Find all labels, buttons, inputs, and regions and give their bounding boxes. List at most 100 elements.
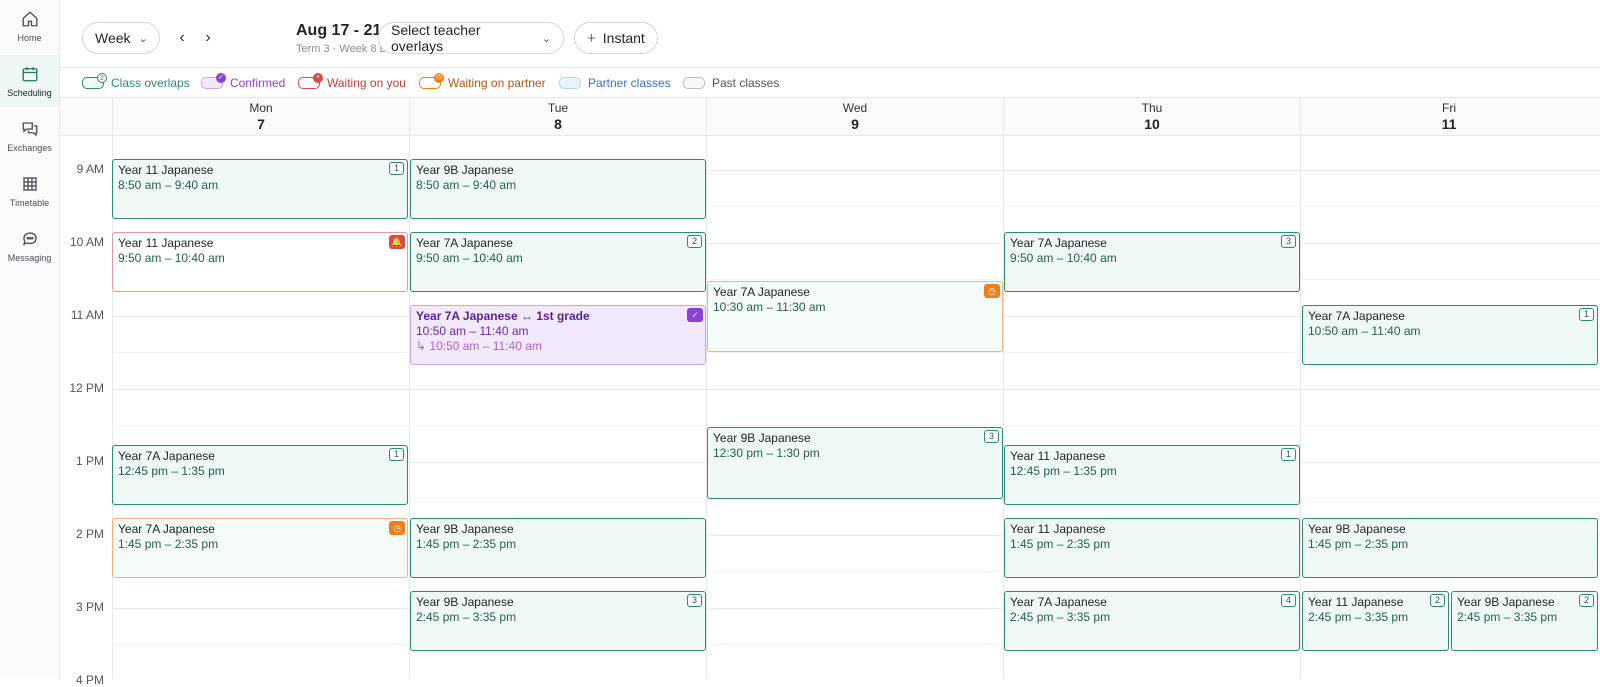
view-select[interactable]: Week ⌄ <box>82 22 160 54</box>
event-time: 9:50 am – 10:40 am <box>416 251 700 266</box>
term-week-label: Term 3 · Week 8 B <box>296 43 387 55</box>
event-time: 10:30 am – 11:30 am <box>713 300 997 315</box>
legend-label: Class overlaps <box>111 76 190 90</box>
class-event[interactable]: Year 9B Japanese 12:30 pm – 1:30 pm 3 <box>707 427 1003 499</box>
class-event[interactable]: Year 11 Japanese 2:45 pm – 3:35 pm 2 <box>1302 591 1449 651</box>
event-title: Year 7A Japanese <box>416 236 700 251</box>
sidebar-item-home[interactable]: Home <box>0 0 59 52</box>
event-title: Year 11 Japanese <box>118 163 402 178</box>
overlap-count-badge: 3 <box>1281 235 1296 248</box>
instant-label: Instant <box>603 30 645 46</box>
event-time: 12:45 pm – 1:35 pm <box>1010 464 1294 479</box>
overlap-count-badge: 1 <box>1579 308 1594 321</box>
event-title: Year 7A Japanese <box>1308 309 1592 324</box>
day-header-thu: Thu 10 <box>1003 98 1300 136</box>
legend: 2 Class overlaps ✓ Confirmed • Waiting o… <box>60 68 1600 98</box>
sidebar-item-label: Exchanges <box>7 143 52 153</box>
clock-icon: ◷ <box>389 521 405 535</box>
overlap-count-badge: 1 <box>389 162 404 175</box>
event-title: Year 7A Japanese ↔ 1st grade <box>416 309 700 324</box>
class-event[interactable]: Year 9B Japanese 2:45 pm – 3:35 pm 3 <box>410 591 706 651</box>
event-title: Year 9B Japanese <box>1308 522 1592 537</box>
event-time: 1:45 pm – 2:35 pm <box>118 537 402 552</box>
sidebar-item-messaging[interactable]: Messaging <box>0 220 59 272</box>
partner-event-time: ↳ 10:50 am – 11:40 am <box>416 339 700 354</box>
class-event[interactable]: Year 11 Japanese 12:45 pm – 1:35 pm 1 <box>1004 445 1300 505</box>
hour-line <box>112 389 1600 390</box>
time-label: 4 PM <box>60 673 104 687</box>
waiting-partner-swatch-icon: ◷ <box>419 77 441 89</box>
sidebar-item-label: Home <box>17 33 41 43</box>
overlap-count-badge: 2 <box>687 235 702 248</box>
toolbar: Week ⌄ ‹ › Aug 17 - 21, 2026 Term 3 · We… <box>60 0 1600 68</box>
class-event[interactable]: Year 7A Japanese 2:45 pm – 3:35 pm 4 <box>1004 591 1300 651</box>
event-time: 10:50 am – 11:40 am <box>416 324 700 339</box>
event-title: Year 9B Japanese <box>713 431 997 446</box>
overlap-count-badge: 3 <box>687 594 702 607</box>
day-name: Tue <box>410 101 706 115</box>
class-event-waiting-on-partner[interactable]: Year 7A Japanese 1:45 pm – 2:35 pm ◷ <box>112 518 408 578</box>
event-time: 12:30 pm – 1:30 pm <box>713 446 997 461</box>
sidebar-item-timetable[interactable]: Timetable <box>0 165 59 217</box>
event-time: 9:50 am – 10:40 am <box>1010 251 1294 266</box>
calendar-grid: 9 AM 10 AM 11 AM 12 PM 1 PM 2 PM 3 PM 4 … <box>60 136 1600 679</box>
half-hour-line <box>112 425 1600 426</box>
day-name: Thu <box>1004 101 1300 115</box>
legend-class-overlaps: 2 Class overlaps <box>82 76 190 90</box>
day-header-wed: Wed 9 <box>706 98 1003 136</box>
class-event[interactable]: Year 9B Japanese 8:50 am – 9:40 am <box>410 159 706 219</box>
time-label: 11 AM <box>60 308 104 322</box>
day-name: Wed <box>707 101 1003 115</box>
calendar-icon <box>21 65 39 83</box>
overlap-count-badge: 1 <box>389 448 404 461</box>
sidebar-item-label: Timetable <box>10 198 49 208</box>
event-title: Year 7A Japanese <box>713 285 997 300</box>
sidebar-item-scheduling[interactable]: Scheduling <box>0 55 59 107</box>
event-title: Year 9B Japanese <box>1457 595 1592 610</box>
class-event[interactable]: Year 7A Japanese 9:50 am – 10:40 am 3 <box>1004 232 1300 292</box>
prev-week-button[interactable]: ‹ <box>172 28 192 48</box>
day-divider <box>706 136 707 679</box>
class-event-waiting-on-you[interactable]: Year 11 Japanese 9:50 am – 10:40 am 🔔 <box>112 232 408 292</box>
day-date: 10 <box>1004 116 1300 132</box>
teacher-overlays-select[interactable]: Select teacher overlays ⌄ <box>378 22 564 54</box>
next-week-button[interactable]: › <box>198 28 218 48</box>
class-event[interactable]: Year 9B Japanese 2:45 pm – 3:35 pm 2 <box>1451 591 1598 651</box>
event-time: 8:50 am – 9:40 am <box>118 178 402 193</box>
day-date: 9 <box>707 116 1003 132</box>
event-title: Year 7A Japanese <box>118 522 402 537</box>
class-event[interactable]: Year 9B Japanese 1:45 pm – 2:35 pm <box>410 518 706 578</box>
overlap-swatch-icon: 2 <box>82 77 104 89</box>
day-divider <box>1300 136 1301 679</box>
class-event-waiting-on-partner[interactable]: Year 7A Japanese 10:30 am – 11:30 am ◷ <box>707 281 1003 352</box>
class-event[interactable]: Year 11 Japanese 8:50 am – 9:40 am 1 <box>112 159 408 219</box>
overlap-count-badge: 2 <box>1430 594 1445 607</box>
day-date: 8 <box>410 116 706 132</box>
chevron-down-icon: ⌄ <box>139 32 148 45</box>
event-title: Year 7A Japanese <box>1010 595 1294 610</box>
class-event[interactable]: Year 7A Japanese 10:50 am – 11:40 am 1 <box>1302 305 1598 365</box>
time-label: 12 PM <box>60 381 104 395</box>
event-title: Year 7A Japanese <box>118 449 402 464</box>
bell-icon: 🔔 <box>389 235 405 249</box>
legend-confirmed: ✓ Confirmed <box>201 76 285 90</box>
check-icon: ✓ <box>687 308 703 322</box>
legend-waiting-on-you: • Waiting on you <box>298 76 406 90</box>
event-time: 2:45 pm – 3:35 pm <box>1457 610 1592 625</box>
sidebar-item-exchanges[interactable]: Exchanges <box>0 110 59 162</box>
event-title: Year 7A Japanese <box>1010 236 1294 251</box>
class-event[interactable]: Year 7A Japanese 9:50 am – 10:40 am 2 <box>410 232 706 292</box>
view-select-label: Week <box>95 30 131 46</box>
class-event-confirmed[interactable]: Year 7A Japanese ↔ 1st grade 10:50 am – … <box>410 305 706 365</box>
class-event[interactable]: Year 9B Japanese 1:45 pm – 2:35 pm <box>1302 518 1598 578</box>
event-title: Year 9B Japanese <box>416 522 700 537</box>
class-event[interactable]: Year 7A Japanese 12:45 pm – 1:35 pm 1 <box>112 445 408 505</box>
plus-icon: + <box>587 30 596 47</box>
legend-past-classes: Past classes <box>683 76 779 90</box>
class-event[interactable]: Year 11 Japanese 1:45 pm – 2:35 pm <box>1004 518 1300 578</box>
message-icon <box>21 230 39 248</box>
instant-button[interactable]: + Instant <box>574 22 658 54</box>
event-title: Year 11 Japanese <box>118 236 402 251</box>
teacher-overlays-label: Select teacher overlays <box>391 22 534 54</box>
confirmed-swatch-icon: ✓ <box>201 77 223 89</box>
